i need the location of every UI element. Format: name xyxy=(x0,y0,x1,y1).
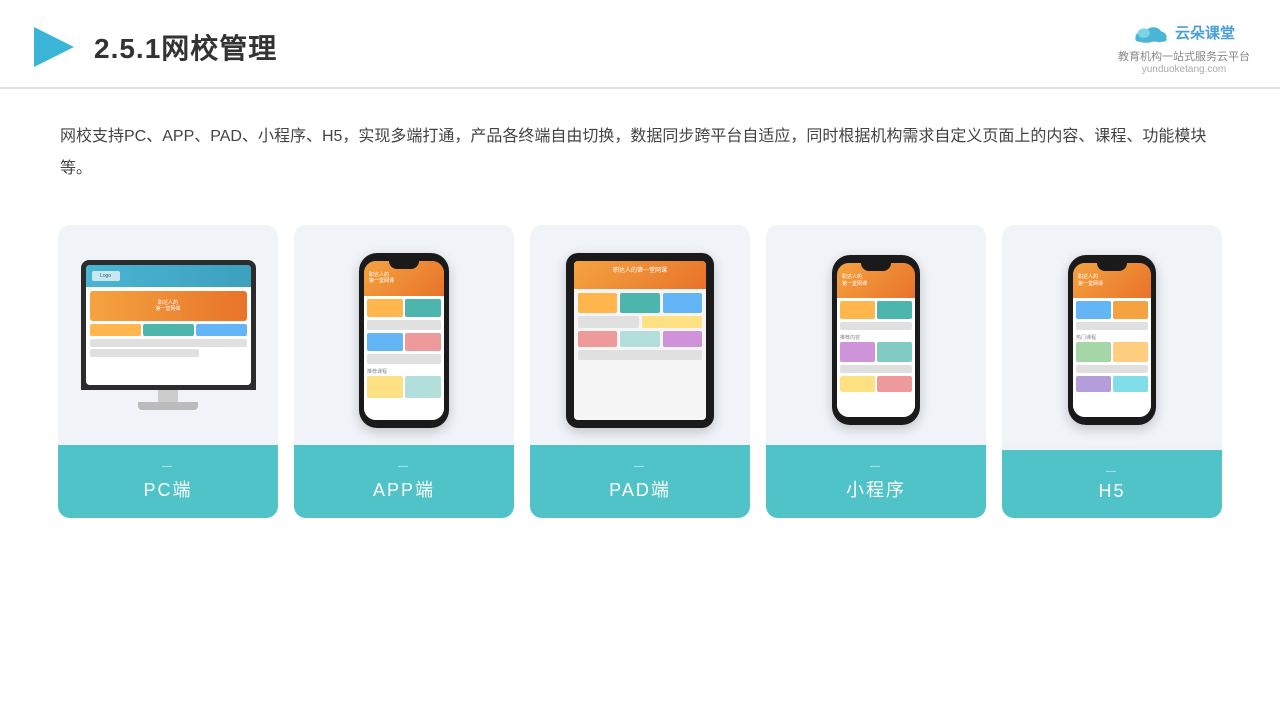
pc-mockup: Logo 职达人的第一堂网课 xyxy=(78,260,258,420)
header-left: 2.5.1网校管理 xyxy=(30,23,277,71)
card-label-h5: H5 xyxy=(1002,450,1222,518)
phone-notch xyxy=(389,261,419,269)
card-miniapp: 职达人的第一堂网课 推荐内容 xyxy=(766,225,986,518)
app-image-area: 职达人的第一堂网课 xyxy=(294,225,514,445)
description-paragraph: 网校支持PC、APP、PAD、小程序、H5，实现多端打通，产品各终端自由切换，数… xyxy=(60,121,1220,185)
card-label-pad: PAD端 xyxy=(530,445,750,518)
pad-image-area: 职达人的第一堂网课 xyxy=(530,225,750,445)
miniapp-phone-mockup: 职达人的第一堂网课 推荐内容 xyxy=(832,255,920,425)
miniapp-image-area: 职达人的第一堂网课 推荐内容 xyxy=(766,225,986,445)
card-label-miniapp: 小程序 xyxy=(766,445,986,518)
card-label-pc: PC端 xyxy=(58,445,278,518)
app-phone-mockup: 职达人的第一堂网课 xyxy=(359,253,449,428)
card-app: 职达人的第一堂网课 xyxy=(294,225,514,518)
play-icon xyxy=(30,23,78,71)
description-text: 网校支持PC、APP、PAD、小程序、H5，实现多端打通，产品各终端自由切换，数… xyxy=(0,89,1280,195)
ipad-mockup: 职达人的第一堂网课 xyxy=(566,253,714,428)
card-h5: 职达人的第一堂网课 热门课程 xyxy=(1002,225,1222,518)
pc-image-area: Logo 职达人的第一堂网课 xyxy=(58,225,278,445)
logo-url: yunduoketang.com xyxy=(1142,64,1227,75)
page-title: 2.5.1网校管理 xyxy=(94,27,277,67)
logo-name: 云朵课堂 xyxy=(1175,22,1235,43)
h5-image-area: 职达人的第一堂网课 热门课程 xyxy=(1002,225,1222,445)
card-pad: 职达人的第一堂网课 xyxy=(530,225,750,518)
logo-cloud: 云朵课堂 xyxy=(1133,18,1235,46)
ipad-screen: 职达人的第一堂网课 xyxy=(574,261,706,420)
logo-tagline: 教育机构一站式服务云平台 xyxy=(1118,48,1250,64)
card-pc: Logo 职达人的第一堂网课 xyxy=(58,225,278,518)
logo-area: 云朵课堂 教育机构一站式服务云平台 yunduoketang.com xyxy=(1118,18,1250,75)
phone-notch-h5 xyxy=(1097,263,1127,271)
cards-container: Logo 职达人的第一堂网课 xyxy=(0,205,1280,538)
cloud-icon xyxy=(1133,18,1169,46)
phone-notch-mini xyxy=(861,263,891,271)
phone-screen: 职达人的第一堂网课 xyxy=(364,261,444,420)
card-label-app: APP端 xyxy=(294,445,514,518)
header: 2.5.1网校管理 云朵课堂 教育机构一站式服务云平台 yunduoketang… xyxy=(0,0,1280,89)
h5-phone-mockup: 职达人的第一堂网课 热门课程 xyxy=(1068,255,1156,425)
